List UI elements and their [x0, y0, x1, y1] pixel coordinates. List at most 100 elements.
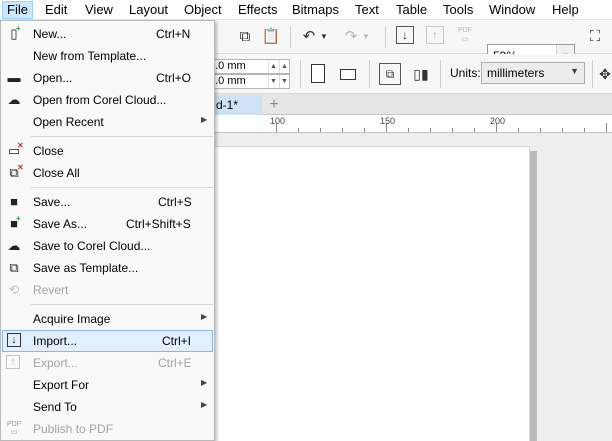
- save-as-icon: ■ +: [10, 214, 21, 232]
- ruler-tick: [562, 128, 563, 132]
- pdf-icon-text: PDF: [7, 421, 21, 428]
- menu-item-save-as-template[interactable]: ⧉ Save as Template...: [2, 257, 213, 279]
- menu-item-label: Send To: [33, 400, 77, 414]
- menu-help[interactable]: Help: [548, 1, 583, 19]
- menu-item-new-from-template[interactable]: New from Template...: [2, 45, 213, 67]
- menu-item-open[interactable]: ▬ Open... Ctrl+O: [2, 67, 213, 89]
- menu-effects[interactable]: Effects: [234, 1, 282, 19]
- undo-dropdown-icon[interactable]: ▼: [318, 26, 330, 48]
- menu-bitmaps[interactable]: Bitmaps: [288, 1, 343, 19]
- pdf-icon: PDF ▭: [7, 421, 21, 436]
- ruler-tick: [606, 123, 607, 132]
- page-height-field[interactable]: 7.0 mm ▼ ▼: [204, 74, 290, 89]
- submenu-arrow-icon: ▶: [201, 378, 208, 387]
- menu-item-export: ↑ Export... Ctrl+E: [2, 352, 213, 374]
- menu-item-label: Close: [33, 144, 64, 158]
- menu-edit[interactable]: Edit: [41, 1, 71, 19]
- menu-item-label: Acquire Image: [33, 312, 111, 326]
- ruler-tick: [474, 128, 475, 132]
- publish-pdf-toolbar-icon: PDF ▭: [458, 27, 472, 43]
- menu-separator: [31, 304, 213, 305]
- export-toolbar-icon: ↑: [426, 26, 444, 44]
- redo-dropdown-icon: ▼: [362, 32, 370, 41]
- submenu-arrow-icon: ▶: [201, 400, 208, 409]
- ruler-tick: [584, 128, 585, 132]
- nudge-distance-icon[interactable]: ✥: [594, 63, 612, 85]
- horizontal-ruler: 100 150 200: [214, 115, 612, 133]
- menu-item-save-to-cloud[interactable]: ☁ Save to Corel Cloud...: [2, 235, 213, 257]
- cloud-save-icon: ☁: [7, 238, 21, 253]
- menu-window[interactable]: Window: [485, 1, 539, 19]
- menu-item-send-to[interactable]: Send To ▶: [2, 396, 213, 418]
- menu-item-close[interactable]: ▭ ✕ Close: [2, 140, 213, 162]
- menu-layout[interactable]: Layout: [125, 1, 172, 19]
- menu-item-new[interactable]: ▯ + New... Ctrl+N: [2, 23, 213, 45]
- menu-view[interactable]: View: [81, 1, 117, 19]
- menu-item-label: Import...: [33, 334, 78, 348]
- ruler-tick: [320, 128, 321, 132]
- file-menu: ▯ + New... Ctrl+N New from Template... ▬ …: [0, 20, 215, 441]
- menu-object[interactable]: Object: [180, 1, 226, 19]
- units-value: millimeters: [487, 66, 545, 80]
- redo-icon: ↷: [344, 28, 358, 45]
- menu-item-shortcut: Ctrl+E: [158, 356, 192, 370]
- page-shadow: [530, 151, 537, 441]
- menu-item-shortcut: Ctrl+S: [158, 195, 192, 209]
- document-tab[interactable]: d-1*: [214, 95, 262, 115]
- menu-tools[interactable]: Tools: [439, 1, 477, 19]
- menu-item-open-recent[interactable]: Open Recent ▶: [2, 111, 213, 133]
- units-dropdown[interactable]: millimeters ▼: [481, 62, 585, 84]
- menu-item-publish-to-pdf: PDF ▭ Publish to PDF: [2, 418, 213, 440]
- add-tab-icon[interactable]: +: [264, 95, 284, 115]
- menu-file[interactable]: File: [2, 1, 33, 19]
- menu-item-label: Save as Template...: [33, 261, 139, 275]
- page-width-field[interactable]: 0.0 mm ▲ ▲: [204, 59, 290, 74]
- submenu-arrow-icon: ▶: [201, 312, 208, 321]
- ruler-label: 150: [380, 116, 396, 126]
- menu-item-label: Close All: [33, 166, 80, 180]
- menu-item-label: Save As...: [33, 217, 88, 231]
- spin-up-icon[interactable]: ▲: [268, 60, 278, 73]
- menu-item-save-as[interactable]: ■ + Save As... Ctrl+Shift+S: [2, 213, 213, 235]
- ruler-tick: [540, 128, 541, 132]
- copy-icon[interactable]: ⧉: [234, 26, 256, 48]
- spin-down-icon[interactable]: ▼: [279, 75, 289, 88]
- ruler-label: 100: [270, 116, 286, 126]
- submenu-arrow-icon: ▶: [201, 115, 208, 124]
- menu-item-shortcut: Ctrl+O: [156, 71, 192, 85]
- portrait-orientation-icon[interactable]: [311, 64, 325, 83]
- new-document-icon: ▯ +: [10, 24, 21, 42]
- spin-down-icon[interactable]: ▲: [279, 60, 289, 73]
- landscape-orientation-icon[interactable]: [340, 69, 356, 80]
- all-pages-icon[interactable]: ⧉: [379, 63, 401, 85]
- menu-item-export-for[interactable]: Export For ▶: [2, 374, 213, 396]
- menu-item-shortcut: Ctrl+Shift+S: [126, 217, 191, 231]
- drawing-canvas[interactable]: [214, 133, 612, 441]
- menu-text[interactable]: Text: [351, 1, 383, 19]
- menu-item-shortcut: Ctrl+N: [156, 27, 191, 41]
- revert-icon: ⟲: [8, 282, 20, 297]
- import-toolbar-icon[interactable]: ↓: [396, 26, 414, 44]
- close-all-icon: ⧉ ✕: [9, 163, 24, 181]
- ruler-tick: [518, 128, 519, 132]
- menu-item-label: Export For: [33, 378, 90, 392]
- import-icon: ↓: [7, 333, 21, 347]
- toolbar-divider: [592, 60, 593, 88]
- full-screen-icon[interactable]: ⛶: [584, 26, 606, 48]
- menu-item-import[interactable]: ↓ Import... Ctrl+I: [2, 330, 213, 352]
- open-folder-icon: ▬: [7, 70, 21, 85]
- toolbar-divider: [369, 60, 370, 88]
- menu-item-open-from-cloud[interactable]: ☁ Open from Corel Cloud...: [2, 89, 213, 111]
- menu-item-label: Save to Corel Cloud...: [33, 239, 151, 253]
- toolbar-divider: [290, 26, 291, 48]
- menu-item-close-all[interactable]: ⧉ ✕ Close All: [2, 162, 213, 184]
- spin-up-icon[interactable]: ▼: [268, 75, 278, 88]
- menu-table[interactable]: Table: [392, 1, 431, 19]
- document-page[interactable]: [214, 146, 530, 441]
- menu-item-save[interactable]: ■ Save... Ctrl+S: [2, 191, 213, 213]
- current-page-icon[interactable]: ▯▮: [410, 63, 432, 85]
- paste-icon[interactable]: 📋: [260, 26, 282, 48]
- undo-icon[interactable]: ↶: [298, 26, 320, 48]
- menu-item-acquire-image[interactable]: Acquire Image ▶: [2, 308, 213, 330]
- menu-item-label: Open from Corel Cloud...: [33, 93, 167, 107]
